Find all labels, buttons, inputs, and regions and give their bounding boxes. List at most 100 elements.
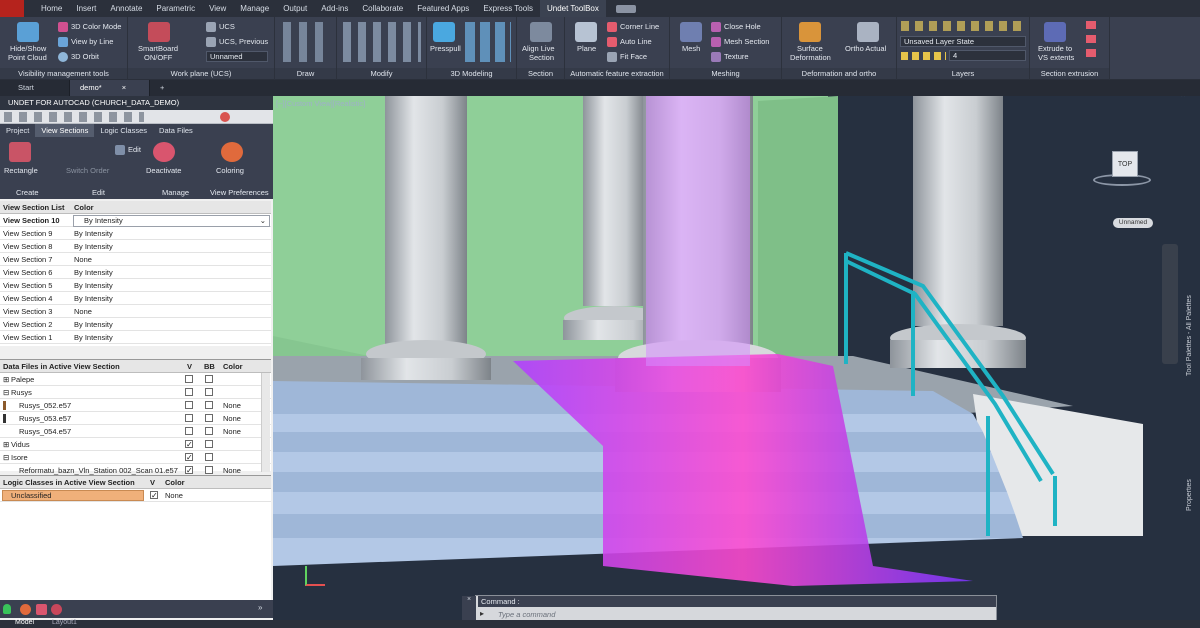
panel-title[interactable]: Section [517,68,564,79]
table-row[interactable]: View Section 8 By Intensity [0,240,271,253]
draw-tools-icon[interactable] [283,22,331,62]
tool-icon[interactable] [36,604,47,615]
overflow-icon[interactable] [615,4,636,13]
coloring-label[interactable]: Coloring [216,166,244,176]
bb-checkbox[interactable] [205,453,213,461]
panel-title[interactable]: Section extrusion [1030,68,1109,79]
menu-tab-featured-apps[interactable]: Featured Apps [410,0,476,17]
visible-checkbox[interactable] [185,401,193,409]
command-input[interactable]: Type a command [498,609,988,620]
plane-icon[interactable] [575,22,597,42]
properties-label[interactable]: Properties [1186,471,1196,511]
tool-icon[interactable] [51,604,62,615]
rectangle-label[interactable]: Rectangle [4,166,38,176]
view-by-line-button[interactable]: View by Line [58,37,113,48]
layer-tools-icon[interactable] [901,21,1026,31]
corner-line-button[interactable]: Corner Line [607,22,659,33]
solid-tools-icon[interactable] [465,22,511,62]
visible-checkbox[interactable] [185,427,193,435]
layer-status-icon[interactable] [901,52,946,60]
tab-model[interactable]: Model [15,619,34,626]
bb-checkbox[interactable] [205,466,213,474]
visible-checkbox[interactable] [185,451,193,464]
panel-title[interactable]: Meshing [670,68,781,79]
presspull-icon[interactable] [433,22,455,42]
menu-tab-view[interactable]: View [202,0,233,17]
app-logo[interactable] [0,0,24,17]
extrude-icon[interactable] [1044,22,1066,42]
navigation-bar[interactable] [1162,244,1178,364]
point-cloud-label[interactable]: Point Cloud [8,53,47,63]
ucs-previous-button[interactable]: UCS, Previous [206,37,268,48]
panel-title[interactable]: Visibility management tools [0,68,127,79]
menu-tab-home[interactable]: Home [34,0,69,17]
tab-data-files[interactable]: Data Files [153,124,199,137]
section-label[interactable]: Section [529,53,554,63]
list-item[interactable]: Unclassified None [0,489,271,502]
panel-title[interactable]: Automatic feature extraction [565,68,669,79]
tab-start[interactable]: Start [0,80,70,96]
deactivate-icon[interactable] [153,142,175,162]
drawing-viewport[interactable]: [−][Custom View][Realistic] TOP Unnamed … [273,96,1200,628]
visible-checkbox[interactable] [185,438,193,451]
tool-palettes-label[interactable]: Tool Palettes - All Palettes [1186,266,1196,376]
presspull-label[interactable]: Presspull [430,44,461,54]
bb-checkbox[interactable] [205,414,213,422]
rectangle-icon[interactable] [9,142,31,162]
fit-face-button[interactable]: Fit Face [607,52,647,63]
hide-show-icon[interactable] [17,22,39,42]
plane-label[interactable]: Plane [577,44,596,54]
new-tab-button[interactable]: + [150,80,174,96]
bb-checkbox[interactable] [205,427,213,435]
bb-checkbox[interactable] [205,375,213,383]
toolbar-icons[interactable] [4,112,144,122]
settings-icon[interactable] [220,112,230,122]
layer-state-dropdown[interactable]: Unsaved Layer State [900,36,1026,47]
deformation-label[interactable]: Deformation [790,53,831,63]
table-row[interactable]: View Section 2 By Intensity [0,318,271,331]
modify-tools-icon[interactable] [343,22,421,62]
current-layer-dropdown[interactable]: 4 [949,50,1026,61]
visible-checkbox[interactable] [150,489,158,502]
panel-title[interactable]: Work plane (UCS) [128,68,274,79]
tab-demo[interactable]: demo* × [70,80,150,96]
expand-icon[interactable]: ⊞ [3,373,9,386]
panel-title[interactable]: Draw [275,68,336,79]
menu-tab-addins[interactable]: Add-ins [314,0,355,17]
color-mode-button[interactable]: 3D Color Mode [58,22,121,33]
ucs-button[interactable]: UCS [206,22,235,33]
panel-title[interactable]: Modify [337,68,426,79]
vs-extents-label[interactable]: VS extents [1038,53,1074,63]
panel-title[interactable]: Deformation and ortho [782,68,896,79]
menu-tab-undet-toolbox[interactable]: Undet ToolBox [539,0,606,17]
close-icon[interactable]: × [122,83,126,92]
surface-deformation-icon[interactable] [799,22,821,42]
bb-checkbox[interactable] [205,388,213,396]
ucs-menu[interactable]: Unnamed [1113,218,1153,228]
edit-group-title[interactable]: Edit [92,188,105,198]
extrusion-tools-icon[interactable] [1086,21,1096,61]
orbit-button[interactable]: 3D Orbit [58,52,99,63]
tab-logic-classes[interactable]: Logic Classes [94,124,153,137]
bb-checkbox[interactable] [205,401,213,409]
table-row[interactable]: View Section 9 By Intensity [0,227,271,240]
expand-icon[interactable]: ⊞ [3,438,9,451]
close-hole-button[interactable]: Close Hole [711,22,761,33]
mesh-label[interactable]: Mesh [682,44,700,54]
scrollbar[interactable] [261,373,270,472]
list-item[interactable]: Rusys_053.e57 None [0,412,271,425]
mesh-icon[interactable] [680,22,702,42]
menu-tab-output[interactable]: Output [276,0,314,17]
collapse-icon[interactable]: ⊟ [3,451,9,464]
edit-button[interactable]: Edit [115,145,141,156]
viewcube[interactable]: TOP [1088,146,1152,188]
coloring-icon[interactable] [221,142,243,162]
tab-layout1[interactable]: Layout1 [52,619,77,626]
list-item[interactable]: Rusys_052.e57 None [0,399,271,412]
table-row[interactable]: View Section 6 By Intensity [0,266,271,279]
window-controls[interactable]: × [1181,96,1191,102]
color-dropdown[interactable]: By Intensity ⌄ [73,215,270,227]
tool-icon[interactable] [20,604,31,615]
menu-tab-insert[interactable]: Insert [69,0,103,17]
lightbulb-icon[interactable] [3,604,11,614]
